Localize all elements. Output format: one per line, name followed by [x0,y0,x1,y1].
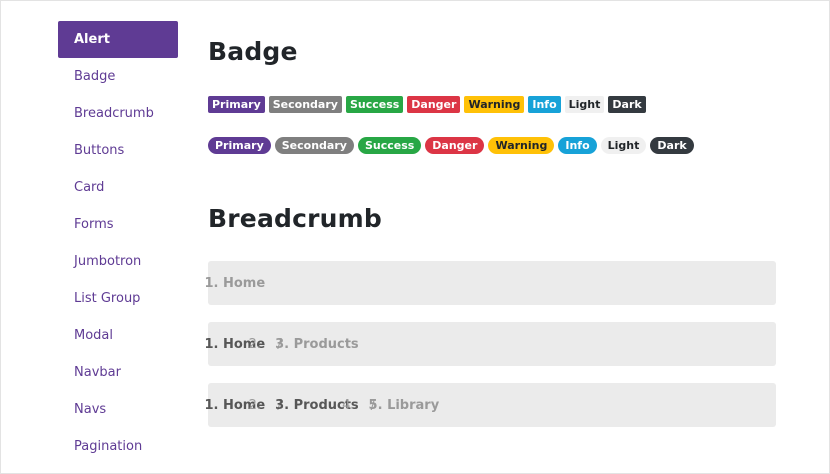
sidebar-item-buttons[interactable]: Buttons [58,132,178,169]
breadcrumb: Home / Products [208,322,776,366]
pill-badge-light: Light [600,137,647,154]
breadcrumb-current: Home [223,276,265,291]
pill-badge-success: Success [357,137,422,154]
pill-badge-info: Info [558,137,597,154]
pill-badge-secondary: Secondary [274,137,354,154]
badge-danger: Danger [407,96,461,113]
sidebar-item-navs[interactable]: Navs [58,391,178,428]
sidebar-item-badge[interactable]: Badge [58,58,178,95]
sidebar-item-modal[interactable]: Modal [58,317,178,354]
badge-secondary: Secondary [268,96,342,113]
sidebar-item-breadcrumb[interactable]: Breadcrumb [58,95,178,132]
page-frame: Alert Badge Breadcrumb Buttons Card Form… [0,0,830,474]
breadcrumb: Home [208,261,776,305]
sidebar-item-jumbotron[interactable]: Jumbotron [58,243,178,280]
sidebar-item-pagination[interactable]: Pagination [58,428,178,465]
sidebar-item-card[interactable]: Card [58,169,178,206]
breadcrumb: Home / Products / Library [208,383,776,427]
badge-primary: Primary [208,96,265,113]
badge-info: Info [528,96,561,113]
sidebar-item-navbar[interactable]: Navbar [58,354,178,391]
badge-success: Success [345,96,404,113]
pill-badge-warning: Warning [488,137,555,154]
pill-badge-dark: Dark [650,137,694,154]
badge-warning: Warning [464,96,525,113]
breadcrumb-current: Products [294,337,359,352]
sidebar-item-alert[interactable]: Alert [58,21,178,58]
breadcrumb-current: Library [387,398,439,413]
pill-badge-danger: Danger [425,137,485,154]
breadcrumb-section-title: Breadcrumb [208,204,382,233]
sidebar-nav: Alert Badge Breadcrumb Buttons Card Form… [58,21,178,465]
pill-badge-row: Primary Secondary Success Danger Warning… [208,137,694,154]
badge-dark: Dark [608,96,646,113]
badge-row: Primary Secondary Success Danger Warning… [208,96,646,113]
badge-section-title: Badge [208,37,298,66]
pill-badge-primary: Primary [208,137,271,154]
sidebar-item-forms[interactable]: Forms [58,206,178,243]
sidebar-item-list-group[interactable]: List Group [58,280,178,317]
badge-light: Light [564,96,605,113]
